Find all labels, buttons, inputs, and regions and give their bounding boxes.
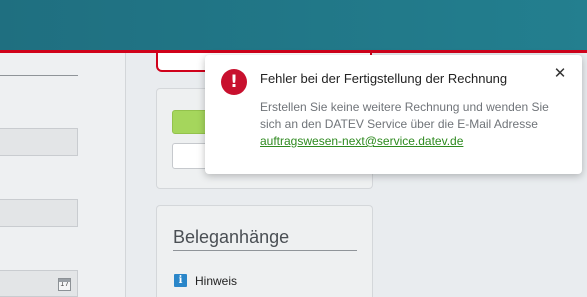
date-field[interactable]: 17 [0, 270, 78, 297]
notification-message: Erstellen Sie keine weitere Rechnung und… [260, 99, 570, 150]
beleganhaenge-title: Beleganhänge [173, 227, 290, 247]
error-notification: ! Fehler bei der Fertigstellung der Rech… [205, 55, 582, 174]
hinweis-label[interactable]: Hinweis [195, 274, 237, 288]
beleganhaenge-divider [173, 250, 357, 251]
message-line-1: Erstellen Sie keine weitere Rechnung und… [260, 100, 549, 114]
beleganhaenge-panel: Beleganhänge i Hinweis [156, 205, 373, 297]
calendar-icon[interactable]: 17 [58, 278, 71, 291]
app-header [0, 0, 587, 50]
support-email-link[interactable]: auftragswesen-next@service.datev.de [260, 134, 463, 148]
message-line-2: sich an den DATEV Service über die E-Mai… [260, 117, 538, 131]
error-icon: ! [221, 69, 247, 95]
close-icon[interactable]: ✕ [552, 65, 568, 81]
form-field-2[interactable] [0, 199, 78, 227]
form-field-1[interactable] [0, 128, 78, 156]
left-form-column [0, 53, 126, 297]
notification-title: Fehler bei der Fertigstellung der Rechnu… [260, 71, 508, 86]
left-divider [0, 75, 78, 76]
info-icon: i [174, 274, 187, 287]
